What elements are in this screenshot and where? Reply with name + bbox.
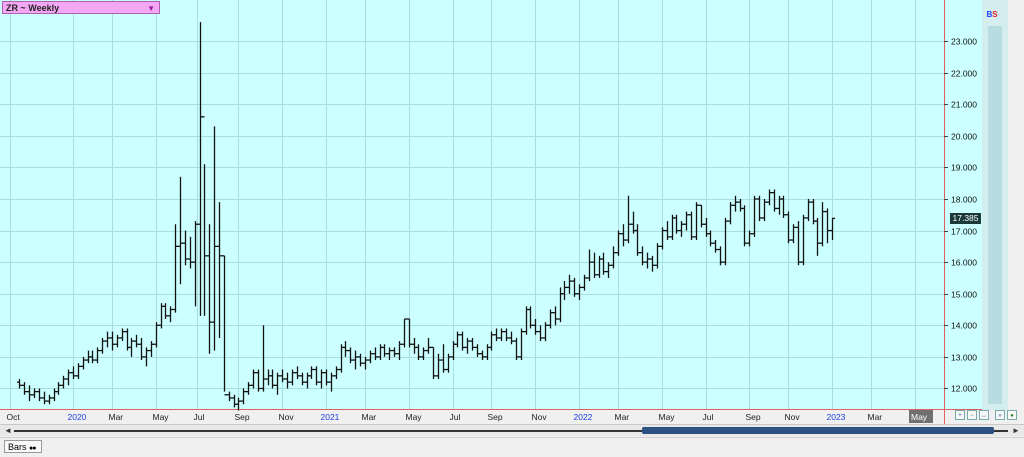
x-tick-label: Sep [488, 412, 503, 422]
sell-badge[interactable]: S [992, 10, 997, 19]
expand-icon[interactable]: ↔ [979, 410, 989, 420]
x-tick-label: Mar [868, 412, 883, 422]
y-tick-label: 16.000 [951, 258, 977, 268]
y-tick-label: 18.000 [951, 195, 977, 205]
axis-area [945, 0, 982, 410]
x-tick-label: Nov [279, 412, 295, 422]
x-tick-label: Sep [746, 412, 761, 422]
x-tick-label: Jul [450, 412, 461, 422]
x-tick-label: Oct [7, 412, 21, 422]
bottom-tab-bar: Bars ●● [0, 437, 1024, 457]
y-tick-label: 21.000 [951, 100, 977, 110]
y-tick-label: 14.000 [951, 321, 977, 331]
scroll-right-icon[interactable]: ► [1010, 425, 1022, 436]
x-tick-label: Nov [785, 412, 801, 422]
x-tick-label: Mar [362, 412, 377, 422]
current-period-label: May [911, 412, 928, 422]
link-icon: ●● [29, 445, 37, 452]
x-axis: Oct 2020 Mar May Jul Sep Nov 2021 Mar May Jul Sep No… [7, 410, 933, 423]
symbol-selector[interactable]: ZR ~ Weekly ▼ [2, 1, 160, 14]
bars-tab[interactable]: Bars ●● [4, 440, 42, 453]
settings-icon[interactable]: ● [1007, 410, 1017, 420]
y-tick-label: 12.000 [951, 384, 977, 394]
bars-tab-label: Bars [8, 442, 27, 452]
symbol-title: ZR ~ Weekly [6, 3, 60, 13]
scroll-thumb[interactable] [642, 427, 994, 434]
scroll-left-icon[interactable]: ◄ [2, 425, 14, 436]
x-tick-label: 2021 [321, 412, 340, 422]
x-tick-label: May [659, 412, 676, 422]
x-tick-label: May [406, 412, 423, 422]
last-price-tag: 17.385 [950, 213, 981, 224]
y-tick-label: 23.000 [951, 37, 977, 47]
x-tick-label: Jul [703, 412, 714, 422]
x-tick-label: 2020 [68, 412, 87, 422]
y-tick-label: 20.000 [951, 132, 977, 142]
x-tick-label: Nov [532, 412, 548, 422]
dropdown-arrow-icon[interactable]: ▼ [147, 2, 155, 15]
x-tick-label: Jul [194, 412, 205, 422]
zoom-in-icon[interactable]: + [955, 410, 965, 420]
horizontal-scrollbar[interactable]: ◄ ► [0, 424, 1024, 436]
x-tick-label: 2022 [574, 412, 593, 422]
x-tick-label: May [153, 412, 170, 422]
y-tick-label: 22.000 [951, 69, 977, 79]
y-tick-label: 19.000 [951, 163, 977, 173]
x-tick-label: Mar [615, 412, 630, 422]
price-chart[interactable]: 12.000 13.000 14.000 15.000 16.000 17.000 18.0… [0, 0, 1024, 424]
x-tick-label: Mar [109, 412, 124, 422]
y-tick-label: 13.000 [951, 353, 977, 363]
y-tick-label: 17.000 [951, 227, 977, 237]
x-tick-label: Sep [235, 412, 250, 422]
chart-window: 12.000 13.000 14.000 15.000 16.000 17.000 18.0… [0, 0, 1024, 457]
right-margin-strip [982, 0, 1008, 410]
y-tick-label: 15.000 [951, 290, 977, 300]
buy-sell-badge[interactable]: BS [985, 9, 999, 20]
scroll-end-icon[interactable]: » [995, 410, 1005, 420]
zoom-out-icon[interactable]: − [967, 410, 977, 420]
x-tick-label: 2023 [827, 412, 846, 422]
right-margin-panel [988, 26, 1002, 404]
